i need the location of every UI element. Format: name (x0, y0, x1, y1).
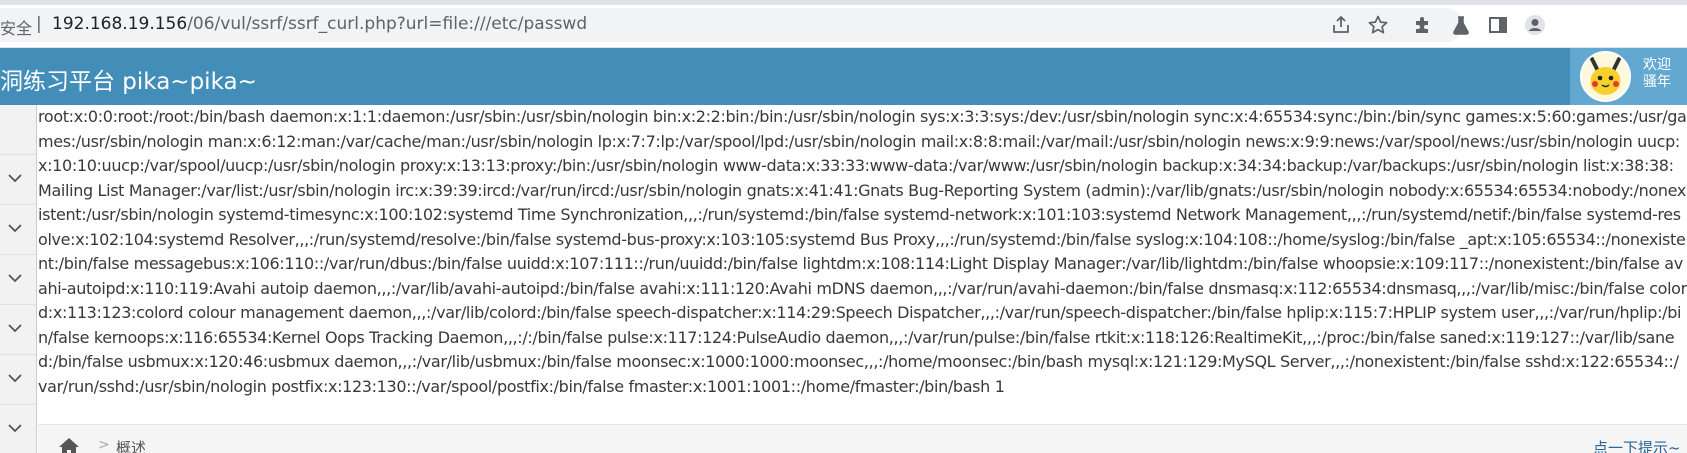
sidebar-item[interactable] (0, 155, 36, 205)
sidebar-icon[interactable] (1487, 14, 1509, 36)
sidebar-item[interactable] (0, 255, 36, 305)
star-icon[interactable] (1367, 14, 1389, 36)
sidebar-item[interactable] (0, 405, 36, 453)
breadcrumb-separator: > (98, 437, 110, 453)
chevron-down-icon (8, 424, 22, 433)
welcome-line-1: 欢迎 (1643, 57, 1671, 73)
extensions-icon[interactable] (1412, 14, 1434, 36)
chevron-down-icon (8, 174, 22, 183)
chevron-down-icon (8, 224, 22, 233)
url-path: /06/vul/ssrf/ssrf_curl.php?url=file:///e… (187, 14, 588, 34)
security-indicator[interactable]: 安全 (0, 15, 32, 39)
home-icon[interactable] (57, 436, 81, 453)
sidebar (0, 105, 37, 453)
profile-icon[interactable] (1524, 14, 1546, 36)
breadcrumb-current: 概述 (116, 439, 147, 453)
breadcrumb (38, 424, 1687, 453)
avatar[interactable] (1580, 51, 1631, 102)
sidebar-item[interactable] (0, 205, 36, 255)
hint-link[interactable]: 点一下提示~ (1593, 437, 1681, 453)
url-host: 192.168.19.156 (52, 14, 188, 34)
url-text[interactable]: 192.168.19.156/06/vul/ssrf/ssrf_curl.php… (52, 14, 587, 34)
sidebar-item[interactable] (0, 305, 36, 355)
labs-icon[interactable] (1450, 14, 1472, 36)
tab-strip (0, 0, 1687, 5)
app-title[interactable]: 洞练习平台 pika~pika~ (0, 62, 257, 96)
sidebar-item[interactable] (0, 355, 36, 405)
share-icon[interactable] (1330, 14, 1352, 36)
chevron-down-icon (8, 374, 22, 383)
passwd-output: root:x:0:0:root:/root:/bin/bash daemon:x… (38, 105, 1687, 425)
security-separator: | (36, 14, 42, 34)
chevron-down-icon (8, 274, 22, 283)
sidebar-item[interactable] (0, 105, 36, 155)
welcome-line-2: 骚年 (1643, 74, 1671, 90)
pikachu-avatar-icon (1582, 53, 1629, 100)
welcome-text[interactable]: 欢迎 骚年 (1643, 57, 1671, 91)
chevron-down-icon (8, 324, 22, 333)
